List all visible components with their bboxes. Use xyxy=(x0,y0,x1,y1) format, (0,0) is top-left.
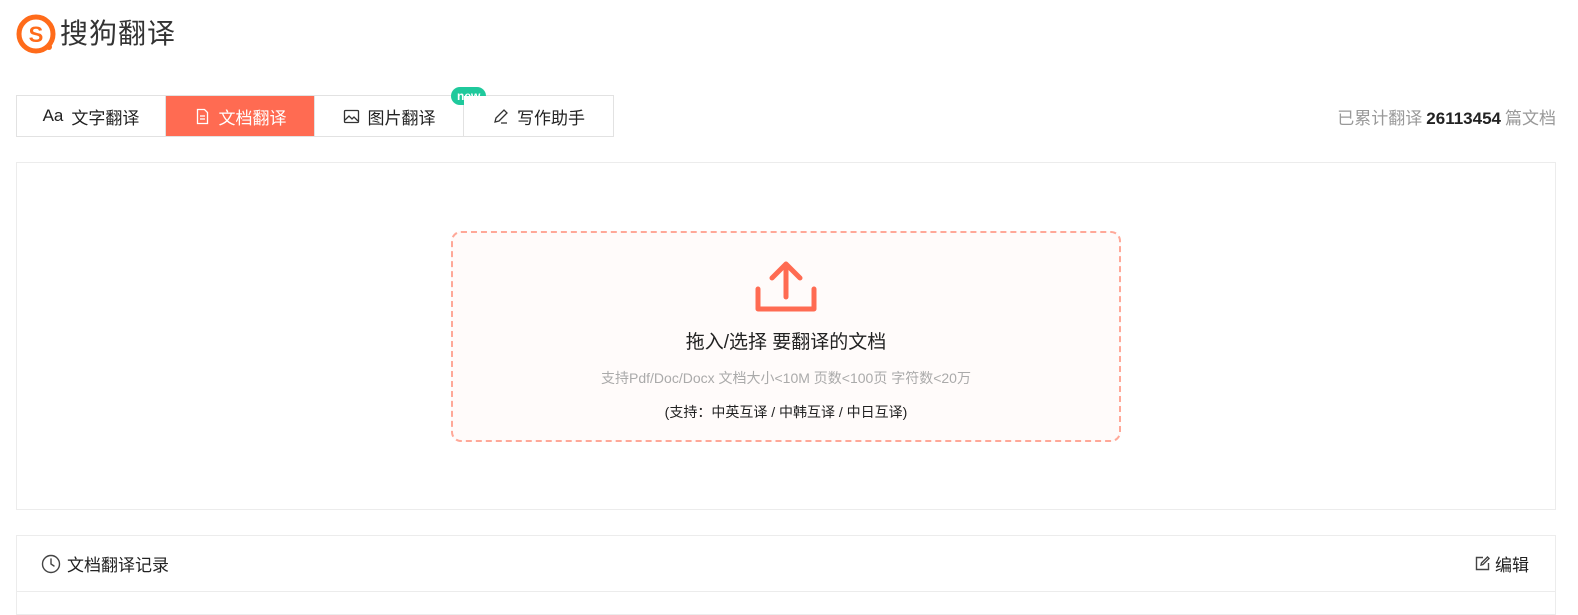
translation-mode-tabs: Aa 文字翻译 文档翻译 图片翻译 new 写作助手 xyxy=(16,87,614,137)
brand-logo[interactable]: S 搜狗翻译 xyxy=(16,14,176,54)
tab-label: 文字翻译 xyxy=(71,108,140,128)
sogou-logo-icon: S xyxy=(16,14,56,54)
dropzone-supported-languages: (支持：中英互译 / 中韩互译 / 中日互译) xyxy=(664,404,908,420)
image-icon xyxy=(343,109,359,123)
document-icon xyxy=(196,108,208,124)
stats-prefix: 已累计翻译 xyxy=(1337,109,1423,128)
dropzone-hint: 支持Pdf/Doc/Docx 文档大小<10M 页数<100页 字符数<20万 xyxy=(601,370,971,386)
edit-icon xyxy=(1475,556,1490,571)
svg-text:S: S xyxy=(29,22,44,47)
tab-text-translation[interactable]: Aa 文字翻译 xyxy=(17,96,166,136)
history-header: 文档翻译记录 编辑 xyxy=(17,536,1555,592)
dropzone-title: 拖入/选择 要翻译的文档 xyxy=(685,332,887,353)
tab-writing-assistant[interactable]: 写作助手 xyxy=(464,96,613,136)
tab-label: 图片翻译 xyxy=(367,108,436,128)
edit-button[interactable]: 编辑 xyxy=(1474,551,1529,576)
history-title: 文档翻译记录 xyxy=(41,551,169,576)
upload-panel: 拖入/选择 要翻译的文档 支持Pdf/Doc/Docx 文档大小<10M 页数<… xyxy=(16,162,1556,510)
history-title-label: 文档翻译记录 xyxy=(67,556,169,575)
pen-icon xyxy=(494,108,508,124)
upload-icon xyxy=(755,261,817,312)
file-dropzone[interactable]: 拖入/选择 要翻译的文档 支持Pdf/Doc/Docx 文档大小<10M 页数<… xyxy=(451,231,1121,442)
history-panel: 文档翻译记录 编辑 xyxy=(16,535,1556,615)
text-icon: Aa xyxy=(42,106,64,125)
translation-stats: 已累计翻译 26113454 篇文档 xyxy=(1337,104,1556,129)
tab-image-translation[interactable]: 图片翻译 new xyxy=(315,87,487,136)
brand-name: 搜狗翻译 xyxy=(60,18,177,49)
tab-label: 写作助手 xyxy=(517,108,585,128)
stats-suffix: 篇文档 xyxy=(1505,109,1556,128)
tab-label: 文档翻译 xyxy=(218,108,287,128)
edit-label: 编辑 xyxy=(1495,556,1529,575)
clock-icon xyxy=(41,554,61,573)
stats-count: 26113454 xyxy=(1426,109,1501,128)
tab-document-translation[interactable]: 文档翻译 xyxy=(166,96,315,136)
